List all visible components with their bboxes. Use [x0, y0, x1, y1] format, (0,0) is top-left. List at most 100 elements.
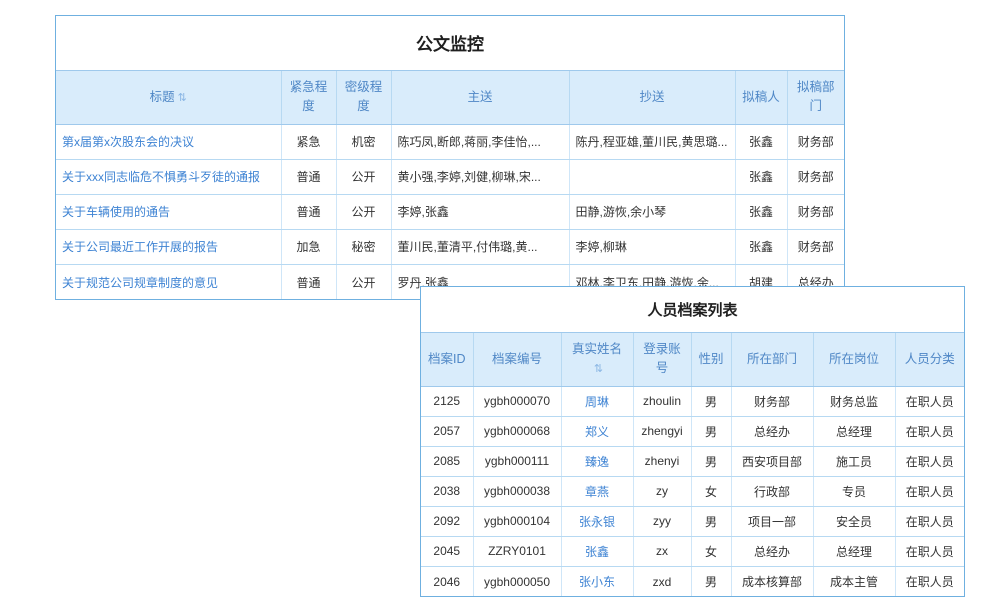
person-gender: 男: [691, 506, 731, 536]
person-archive-code: ygbh000050: [473, 566, 561, 596]
document-monitor-title: 公文监控: [56, 16, 844, 71]
person-archive-id: 2085: [421, 446, 473, 476]
col-header-real-name[interactable]: 真实姓名 ⇅: [561, 333, 633, 386]
doc-draft-dept: 财务部: [787, 159, 844, 194]
col-header-category-label: 人员分类: [905, 352, 955, 366]
person-post: 专员: [813, 476, 895, 506]
person-name-link[interactable]: 张小东: [561, 566, 633, 596]
table-row: 2125 ygbh000070 周琳 zhoulin 男 财务部 财务总监 在职…: [421, 386, 964, 416]
doc-drafter: 张鑫: [735, 124, 787, 159]
person-archive-code: ygbh000104: [473, 506, 561, 536]
table-row: 2045 ZZRY0101 张鑫 zx 女 总经办 总经理 在职人员: [421, 536, 964, 566]
person-dept: 项目一部: [731, 506, 813, 536]
person-category: 在职人员: [895, 386, 964, 416]
person-post: 总经理: [813, 536, 895, 566]
col-header-archive-code: 档案编号: [473, 333, 561, 386]
col-header-copy-send-label: 抄送: [639, 90, 664, 104]
doc-main-send: 李婷,张鑫: [391, 194, 569, 229]
col-header-urgency-label: 紧急程度: [290, 80, 328, 113]
doc-draft-dept: 财务部: [787, 194, 844, 229]
doc-main-send: 董川民,董清平,付伟璐,黄...: [391, 229, 569, 264]
col-header-category: 人员分类: [895, 333, 964, 386]
col-header-secrecy: 密级程度: [336, 71, 391, 124]
col-header-dept-label: 所在部门: [747, 352, 797, 366]
person-dept: 总经办: [731, 536, 813, 566]
person-category: 在职人员: [895, 446, 964, 476]
person-archive-id: 2092: [421, 506, 473, 536]
person-archive-code: ygbh000038: [473, 476, 561, 506]
col-header-real-name-label: 真实姓名: [572, 342, 622, 356]
person-name-link[interactable]: 臻逸: [561, 446, 633, 476]
person-post: 施工员: [813, 446, 895, 476]
person-name-link[interactable]: 郑义: [561, 416, 633, 446]
doc-urgency: 普通: [281, 264, 336, 299]
table-row: 2085 ygbh000111 臻逸 zhenyi 男 西安项目部 施工员 在职…: [421, 446, 964, 476]
person-archive-id: 2125: [421, 386, 473, 416]
person-gender: 男: [691, 446, 731, 476]
col-header-secrecy-label: 密级程度: [345, 80, 383, 113]
person-category: 在职人员: [895, 476, 964, 506]
person-post: 安全员: [813, 506, 895, 536]
doc-title-link[interactable]: 关于规范公司规章制度的意见: [56, 264, 281, 299]
personnel-archive-title: 人员档案列表: [421, 287, 964, 333]
person-post: 财务总监: [813, 386, 895, 416]
doc-title-link[interactable]: 关于公司最近工作开展的报告: [56, 229, 281, 264]
header-row: 标题⇅ 紧急程度 密级程度 主送 抄送 拟稿人 拟稿部门: [56, 71, 844, 124]
doc-copy-send: [569, 159, 735, 194]
col-header-title-label: 标题: [150, 90, 175, 104]
col-header-main-send-label: 主送: [467, 90, 492, 104]
person-archive-id: 2046: [421, 566, 473, 596]
person-name-link[interactable]: 张永银: [561, 506, 633, 536]
col-header-gender-label: 性别: [698, 352, 723, 366]
person-account: zxd: [633, 566, 691, 596]
person-name-link[interactable]: 章燕: [561, 476, 633, 506]
col-header-archive-code-label: 档案编号: [492, 352, 542, 366]
sort-icon[interactable]: ⇅: [178, 92, 187, 104]
col-header-copy-send: 抄送: [569, 71, 735, 124]
person-account: zx: [633, 536, 691, 566]
col-header-drafter: 拟稿人: [735, 71, 787, 124]
person-gender: 女: [691, 476, 731, 506]
person-dept: 财务部: [731, 386, 813, 416]
doc-main-send: 陈巧凤,断郎,蒋丽,李佳怡,...: [391, 124, 569, 159]
person-dept: 行政部: [731, 476, 813, 506]
person-gender: 男: [691, 386, 731, 416]
person-post: 总经理: [813, 416, 895, 446]
table-row: 2057 ygbh000068 郑义 zhengyi 男 总经办 总经理 在职人…: [421, 416, 964, 446]
person-gender: 女: [691, 536, 731, 566]
person-category: 在职人员: [895, 566, 964, 596]
person-name-link[interactable]: 周琳: [561, 386, 633, 416]
person-archive-id: 2045: [421, 536, 473, 566]
person-account: zhengyi: [633, 416, 691, 446]
doc-urgency: 普通: [281, 194, 336, 229]
person-dept: 总经办: [731, 416, 813, 446]
doc-copy-send: 陈丹,程亚雄,董川民,黄思璐...: [569, 124, 735, 159]
table-row: 关于公司最近工作开展的报告 加急 秘密 董川民,董清平,付伟璐,黄... 李婷,…: [56, 229, 844, 264]
doc-title-link[interactable]: 关于车辆使用的通告: [56, 194, 281, 229]
doc-title-link[interactable]: 关于xxx同志临危不惧勇斗歹徒的通报: [56, 159, 281, 194]
personnel-archive-table: 档案ID 档案编号 真实姓名 ⇅ 登录账号 性别 所在部门 所在岗位 人员分类 …: [421, 333, 964, 596]
doc-copy-send: 李婷,柳琳: [569, 229, 735, 264]
doc-secrecy: 公开: [336, 159, 391, 194]
doc-drafter: 张鑫: [735, 194, 787, 229]
sort-icon[interactable]: ⇅: [594, 363, 603, 375]
col-header-title[interactable]: 标题⇅: [56, 71, 281, 124]
col-header-archive-id: 档案ID: [421, 333, 473, 386]
person-post: 成本主管: [813, 566, 895, 596]
person-dept: 成本核算部: [731, 566, 813, 596]
table-row: 2092 ygbh000104 张永银 zyy 男 项目一部 安全员 在职人员: [421, 506, 964, 536]
person-category: 在职人员: [895, 506, 964, 536]
person-account: zhoulin: [633, 386, 691, 416]
person-dept: 西安项目部: [731, 446, 813, 476]
person-archive-id: 2038: [421, 476, 473, 506]
person-gender: 男: [691, 416, 731, 446]
doc-drafter: 张鑫: [735, 159, 787, 194]
doc-title-link[interactable]: 第x届第x次股东会的决议: [56, 124, 281, 159]
col-header-urgency: 紧急程度: [281, 71, 336, 124]
personnel-archive-panel: 人员档案列表 档案ID 档案编号 真实姓名 ⇅ 登录账号 性别 所在部门 所在岗…: [420, 286, 965, 597]
col-header-draft-dept: 拟稿部门: [787, 71, 844, 124]
doc-secrecy: 秘密: [336, 229, 391, 264]
doc-drafter: 张鑫: [735, 229, 787, 264]
person-name-link[interactable]: 张鑫: [561, 536, 633, 566]
col-header-post-label: 所在岗位: [829, 352, 879, 366]
